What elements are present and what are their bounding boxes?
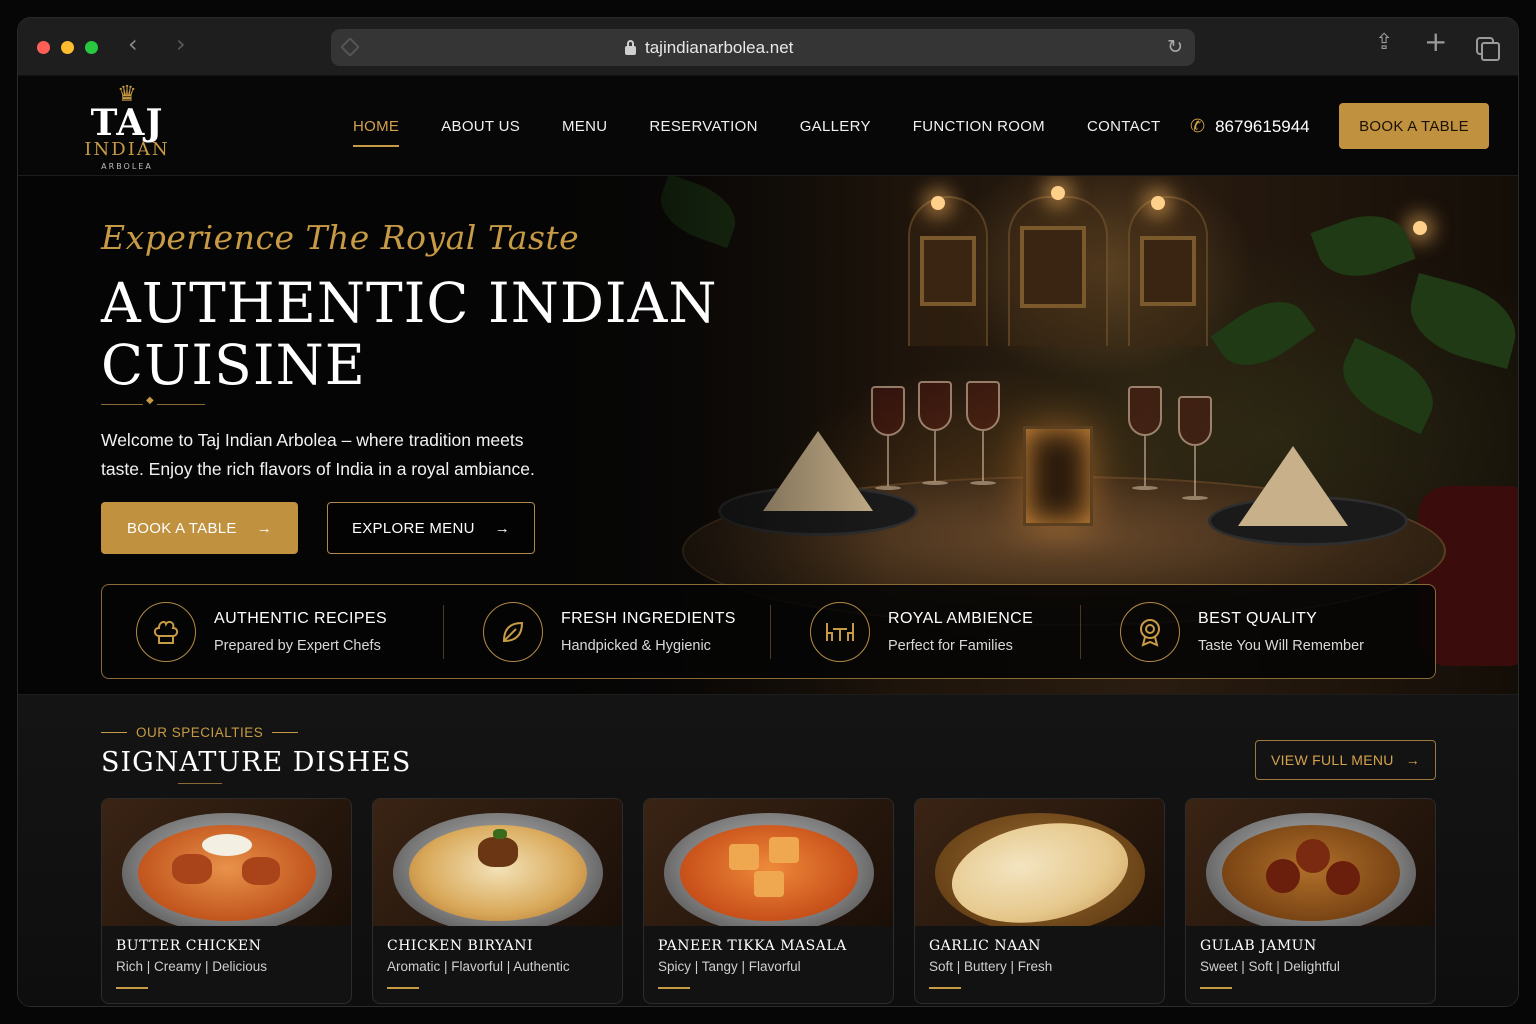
nav-home[interactable]: HOME [353, 118, 400, 147]
feature-fresh-ingredients: FRESH INGREDIENTS Handpicked & Hygienic [483, 585, 736, 678]
explore-menu-button[interactable]: EXPLORE MENU → [327, 502, 535, 554]
phone-number[interactable]: 8679615944 [1215, 117, 1310, 137]
browser-window: ‹ › tajindianarbolea.net ↻ ⇪ + ♛ TAJ IND… [17, 17, 1519, 1007]
dish-description: Rich | Creamy | Delicious [116, 959, 268, 974]
feature-title: AUTHENTIC RECIPES [214, 609, 388, 627]
website: ♛ TAJ INDIAN ARBOLEA HOME ABOUT US MENU … [18, 76, 1518, 1006]
logo-location: ARBOLEA [101, 162, 153, 171]
share-icon[interactable]: ⇪ [1375, 32, 1393, 54]
header-book-table-button[interactable]: BOOK A TABLE [1339, 103, 1489, 149]
hero-book-table-button[interactable]: BOOK A TABLE → [101, 502, 298, 554]
feature-subtitle: Perfect for Families [888, 637, 1013, 654]
privacy-shield-icon[interactable] [340, 37, 360, 57]
feature-subtitle: Prepared by Expert Chefs [214, 637, 381, 654]
nav-gallery[interactable]: GALLERY [800, 118, 871, 135]
dish-name: PANEER TIKKA MASALA [658, 938, 847, 954]
dish-card[interactable]: GARLIC NAAN Soft | Buttery | Fresh [914, 798, 1165, 1004]
eyebrow-label: OUR SPECIALTIES [136, 725, 264, 740]
site-header: ♛ TAJ INDIAN ARBOLEA HOME ABOUT US MENU … [18, 76, 1518, 176]
arrow-right-icon: → [1405, 752, 1420, 768]
nav-function-room[interactable]: FUNCTION ROOM [913, 118, 1045, 135]
reload-icon[interactable]: ↻ [1167, 36, 1183, 58]
explore-menu-label: EXPLORE MENU [351, 519, 475, 537]
hero-headline-line2: CUISINE [101, 333, 366, 397]
phone-icon: ✆ [1190, 116, 1206, 137]
garlic-naan-image [915, 799, 1164, 926]
tab-overview-icon[interactable] [1476, 37, 1500, 61]
nav-reservation[interactable]: RESERVATION [649, 118, 757, 135]
chicken-biryani-image [373, 799, 622, 926]
nav-contact[interactable]: CONTACT [1087, 118, 1160, 135]
dish-description: Soft | Buttery | Fresh [929, 959, 1053, 974]
section-eyebrow: OUR SPECIALTIES [101, 725, 299, 740]
back-arrow-icon[interactable]: ‹ [128, 32, 138, 56]
features-bar: AUTHENTIC RECIPES Prepared by Expert Che… [101, 584, 1436, 679]
url-text[interactable]: tajindianarbolea.net [645, 38, 793, 58]
feature-separator [1080, 605, 1081, 659]
lock-icon [625, 40, 636, 55]
nav-menu[interactable]: MENU [562, 118, 607, 135]
logo-name: TAJ [90, 102, 164, 144]
hero-headline-line1: AUTHENTIC INDIAN [101, 271, 718, 335]
gulab-jamun-image [1186, 799, 1435, 926]
arrow-right-icon: → [494, 519, 511, 537]
view-full-menu-label: VIEW FULL MENU [1270, 752, 1394, 768]
hero-tagline: Experience The Royal Taste [101, 218, 580, 257]
hero-intro: Welcome to Taj Indian Arbolea – where tr… [101, 430, 535, 479]
hero-headline: AUTHENTIC INDIAN CUISINE [101, 272, 801, 396]
chef-hat-icon [136, 601, 196, 662]
dish-name: GARLIC NAAN [929, 938, 1042, 954]
dish-card[interactable]: PANEER TIKKA MASALA Spicy | Tangy | Flav… [643, 798, 894, 1004]
ornament-divider [101, 395, 205, 406]
dish-description: Aromatic | Flavorful | Authentic [387, 959, 570, 974]
feature-title: ROYAL AMBIENCE [888, 609, 1034, 627]
dish-name: GULAB JAMUN [1200, 938, 1317, 954]
feature-title: FRESH INGREDIENTS [561, 609, 736, 627]
hero-book-table-label: BOOK A TABLE [126, 519, 237, 537]
dish-description: Spicy | Tangy | Flavorful [658, 959, 801, 974]
dish-name: BUTTER CHICKEN [116, 938, 262, 954]
browser-toolbar: ‹ › tajindianarbolea.net ↻ ⇪ + [18, 18, 1518, 76]
header-phone[interactable]: ✆ 8679615944 [1190, 116, 1310, 137]
feature-separator [443, 605, 444, 659]
butter-chicken-image [102, 799, 351, 926]
feature-best-quality: BEST QUALITY Taste You Will Remember [1120, 585, 1364, 678]
leaf-icon [483, 601, 543, 662]
feature-separator [770, 605, 771, 659]
feature-royal-ambience: ROYAL AMBIENCE Perfect for Families [810, 585, 1033, 678]
hero-section: Experience The Royal Taste AUTHENTIC IND… [18, 176, 1518, 694]
address-bar[interactable]: tajindianarbolea.net ↻ [331, 29, 1195, 66]
logo-subname: INDIAN [84, 139, 170, 160]
dining-table-icon [810, 601, 870, 662]
nav-about-us[interactable]: ABOUT US [441, 118, 520, 135]
arrow-right-icon: → [256, 519, 273, 537]
dish-card[interactable]: CHICKEN BIRYANI Aromatic | Flavorful | A… [372, 798, 623, 1004]
feature-authentic-recipes: AUTHENTIC RECIPES Prepared by Expert Che… [136, 585, 387, 678]
main-nav: HOME ABOUT US MENU RESERVATION GALLERY F… [353, 118, 1160, 147]
dish-card[interactable]: GULAB JAMUN Sweet | Soft | Delightful [1185, 798, 1436, 1004]
feature-title: BEST QUALITY [1198, 609, 1318, 627]
site-logo[interactable]: ♛ TAJ INDIAN ARBOLEA [72, 84, 182, 172]
close-window-button[interactable] [37, 41, 50, 54]
dish-name: CHICKEN BIRYANI [387, 938, 534, 954]
feature-subtitle: Taste You Will Remember [1198, 637, 1365, 654]
award-badge-icon [1120, 601, 1180, 662]
maximize-window-button[interactable] [85, 41, 98, 54]
feature-subtitle: Handpicked & Hygienic [561, 637, 711, 654]
specialties-section: OUR SPECIALTIES SIGNATURE DISHES VIEW FU… [18, 694, 1518, 1006]
new-tab-icon[interactable]: + [1424, 28, 1447, 56]
ornament-divider [178, 783, 222, 784]
dish-description: Sweet | Soft | Delightful [1200, 959, 1340, 974]
paneer-tikka-masala-image [644, 799, 893, 926]
forward-arrow-icon[interactable]: › [176, 32, 186, 56]
view-full-menu-button[interactable]: VIEW FULL MENU → [1255, 740, 1436, 780]
minimize-window-button[interactable] [61, 41, 74, 54]
section-title: SIGNATURE DISHES [101, 747, 412, 778]
dish-cards: BUTTER CHICKEN Rich | Creamy | Delicious… [101, 798, 1436, 1004]
dish-card[interactable]: BUTTER CHICKEN Rich | Creamy | Delicious [101, 798, 352, 1004]
